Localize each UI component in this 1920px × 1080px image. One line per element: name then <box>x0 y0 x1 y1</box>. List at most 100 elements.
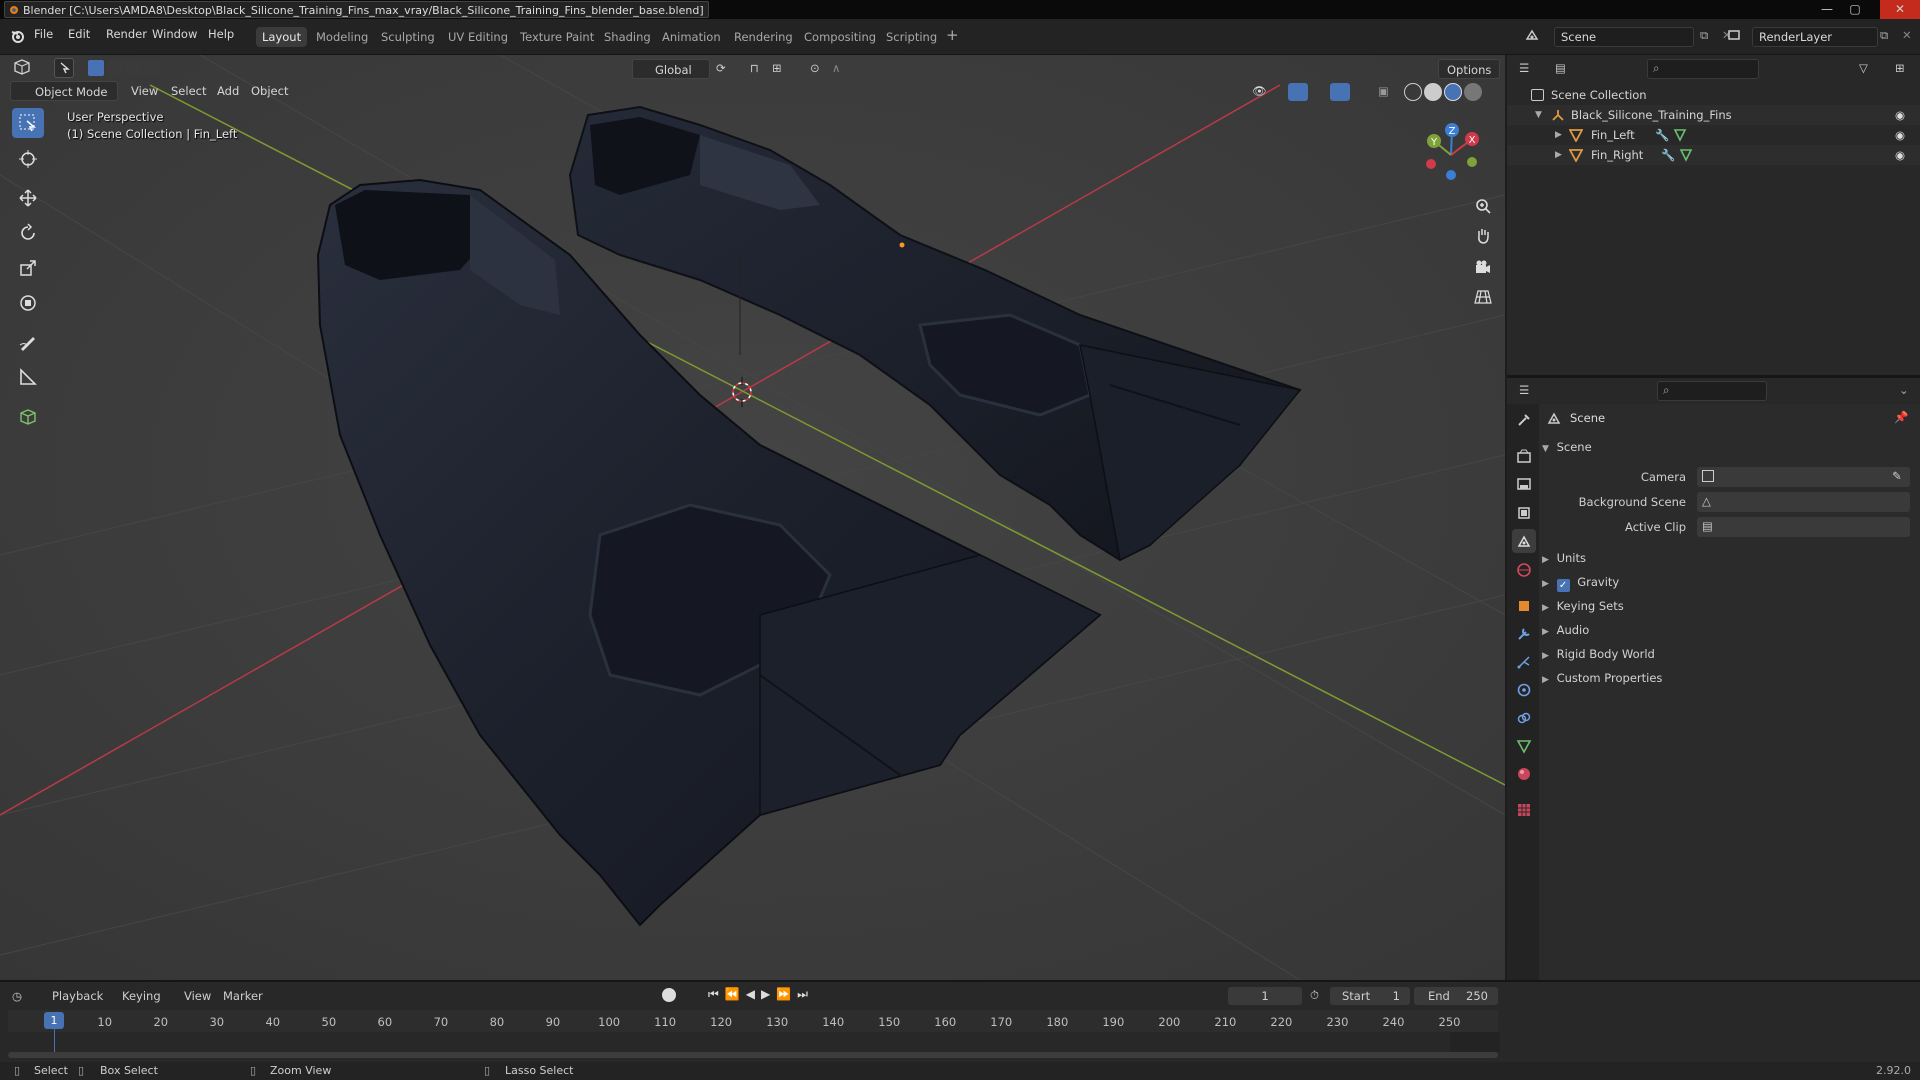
options-chevron-icon[interactable]: ⌄ <box>1899 383 1909 397</box>
timeline[interactable]: ◷ Playback Keying View Marker ⏮⏪◀▶⏩⏭ 1 ⏱… <box>0 980 1920 1062</box>
add-workspace-icon[interactable]: + <box>946 26 959 44</box>
modifier-wrench-icon[interactable]: 🔧 <box>1655 125 1669 145</box>
collapse-arrow-icon[interactable]: ▶ <box>1542 579 1549 589</box>
timeline-menu-keying[interactable]: Keying <box>122 989 161 1003</box>
scene-icon[interactable] <box>1524 27 1540 43</box>
record-button[interactable] <box>662 988 676 1002</box>
tab-animation[interactable]: Animation <box>656 27 727 47</box>
properties-search-input[interactable] <box>1657 381 1767 401</box>
mesh-data-icon[interactable] <box>1679 148 1693 162</box>
outliner[interactable]: ☰ ▤ ⌕ ▽ ⊞ Scene Collection ▼ Black_Silic… <box>1507 55 1920 375</box>
outliner-row-fin-left[interactable]: ▶ Fin_Left 🔧 ◉ <box>1507 125 1920 145</box>
outliner-row-fin-right[interactable]: ▶ Fin_Right 🔧 ◉ <box>1507 145 1920 165</box>
gizmo-toggle-icon[interactable] <box>1288 83 1308 101</box>
collapse-arrow-icon[interactable]: ▶ <box>1542 603 1549 613</box>
modifier-tab-icon[interactable] <box>1512 622 1536 646</box>
tool-tab-icon[interactable] <box>1512 408 1536 432</box>
subtract-selection-icon[interactable] <box>126 60 142 76</box>
active-clip-field[interactable] <box>1697 517 1910 537</box>
modifier-wrench-icon[interactable]: 🔧 <box>1661 145 1675 165</box>
expand-arrow-icon[interactable]: ▼ <box>1542 444 1549 454</box>
navigation-gizmo[interactable]: Z X Y <box>1416 117 1486 187</box>
filter-icon[interactable]: ▽ <box>1859 61 1868 75</box>
visibility-icon[interactable]: 👁 <box>1252 84 1267 98</box>
new-collection-icon[interactable]: ⊞ <box>1895 61 1905 75</box>
tab-modeling[interactable]: Modeling <box>310 27 374 47</box>
expand-arrow-icon[interactable]: ▼ <box>1535 105 1542 125</box>
timeline-menu-playback[interactable]: Playback <box>52 989 103 1003</box>
menu-file[interactable]: File <box>34 27 53 41</box>
editor-type-icon[interactable] <box>12 59 32 77</box>
outliner-search-input[interactable] <box>1647 59 1759 79</box>
viewport-menu-object[interactable]: Object <box>251 81 288 101</box>
material-tab-icon[interactable] <box>1512 762 1536 786</box>
camera-field[interactable] <box>1697 467 1910 487</box>
3d-viewport[interactable]: Global ⟳ ⊓ ⊞ ⊙ ∧ Options Object Mode Vie… <box>0 55 1505 980</box>
timeline-menu-marker[interactable]: Marker <box>223 989 263 1003</box>
rotate-tool[interactable] <box>12 218 44 248</box>
rendered-shading-icon[interactable] <box>1464 83 1482 101</box>
minimize-button[interactable]: — <box>1814 0 1840 19</box>
perspective-toggle-icon[interactable] <box>1468 282 1498 312</box>
outliner-editor-icon[interactable]: ☰ <box>1519 61 1529 75</box>
measure-tool[interactable] <box>12 362 44 392</box>
viewport-menu-view[interactable]: View <box>131 81 158 101</box>
expand-arrow-icon[interactable]: ▶ <box>1555 125 1562 145</box>
add-cube-tool[interactable] <box>12 401 44 431</box>
falloff-icon[interactable]: ∧ <box>832 61 840 75</box>
display-mode-icon[interactable]: ▤ <box>1555 61 1566 75</box>
tab-shading[interactable]: Shading <box>598 27 657 47</box>
rigid-body-world-panel-header[interactable]: ▶ Rigid Body World <box>1542 644 1655 664</box>
snap-icon[interactable]: ⊓ <box>750 61 759 75</box>
solid-shading-icon[interactable] <box>1424 83 1442 101</box>
gravity-panel-header[interactable]: ▶ ✓ Gravity <box>1542 572 1619 592</box>
timeline-scrollbar[interactable] <box>8 1052 1498 1058</box>
overlays-toggle-icon[interactable] <box>1330 83 1350 101</box>
selection-mode-buttons[interactable] <box>88 60 161 76</box>
camera-view-icon[interactable] <box>1468 252 1498 282</box>
collapse-arrow-icon[interactable]: ▶ <box>1542 627 1549 637</box>
select-box-tool[interactable] <box>12 108 44 138</box>
pan-hand-icon[interactable] <box>1468 221 1498 251</box>
invert-selection-icon[interactable] <box>145 60 161 76</box>
scene-panel-header[interactable]: ▼ Scene <box>1542 437 1592 457</box>
options-dropdown[interactable]: Options <box>1438 59 1501 79</box>
outliner-row-scene-collection[interactable]: Scene Collection <box>1507 85 1920 105</box>
current-frame-field[interactable]: 1 <box>1228 987 1302 1005</box>
new-layer-icon[interactable]: ⧉ <box>1880 28 1888 43</box>
start-frame-field[interactable]: Start 1 <box>1330 987 1410 1005</box>
preview-range-icon[interactable]: ⏱ <box>1310 988 1319 1003</box>
menu-help[interactable]: Help <box>208 27 234 41</box>
cursor-tool[interactable] <box>12 144 44 174</box>
physics-tab-icon[interactable] <box>1512 678 1536 702</box>
set-selection-icon[interactable] <box>88 60 104 76</box>
tab-sculpting[interactable]: Sculpting <box>375 27 441 47</box>
annotate-tool[interactable] <box>12 327 44 357</box>
zoom-icon[interactable] <box>1468 191 1498 221</box>
transform-tool[interactable] <box>12 288 44 318</box>
move-tool[interactable] <box>12 183 44 213</box>
transform-orientation-dropdown[interactable]: Global <box>632 59 710 79</box>
proportional-edit-icon[interactable]: ⊙ <box>810 61 820 75</box>
maximize-button[interactable]: ▢ <box>1842 0 1868 19</box>
extend-selection-icon[interactable] <box>107 60 123 76</box>
collapse-arrow-icon[interactable]: ▶ <box>1542 675 1549 685</box>
wireframe-shading-icon[interactable] <box>1404 83 1422 101</box>
menu-render[interactable]: Render <box>106 27 147 41</box>
render-tab-icon[interactable] <box>1512 444 1536 468</box>
pin-icon[interactable]: 📌 <box>1894 410 1908 424</box>
collapse-arrow-icon[interactable]: ▶ <box>1542 651 1549 661</box>
object-mode-dropdown[interactable]: Object Mode <box>10 81 118 101</box>
expand-arrow-icon[interactable]: ▶ <box>1555 145 1562 165</box>
tab-compositing[interactable]: Compositing <box>798 27 882 47</box>
tab-scripting[interactable]: Scripting <box>880 27 943 47</box>
units-panel-header[interactable]: ▶ Units <box>1542 548 1586 568</box>
shading-mode-buttons[interactable] <box>1404 83 1482 101</box>
visibility-eye-icon[interactable]: ◉ <box>1895 145 1905 165</box>
visibility-eye-icon[interactable]: ◉ <box>1895 105 1905 125</box>
tab-uv-editing[interactable]: UV Editing <box>442 27 514 47</box>
view-layer-selector[interactable]: RenderLayer <box>1752 27 1878 47</box>
outliner-row-collection[interactable]: ▼ Black_Silicone_Training_Fins ◉ <box>1507 105 1920 125</box>
timeline-editor-icon[interactable]: ◷ <box>12 989 22 1003</box>
custom-properties-panel-header[interactable]: ▶ Custom Properties <box>1542 668 1662 688</box>
